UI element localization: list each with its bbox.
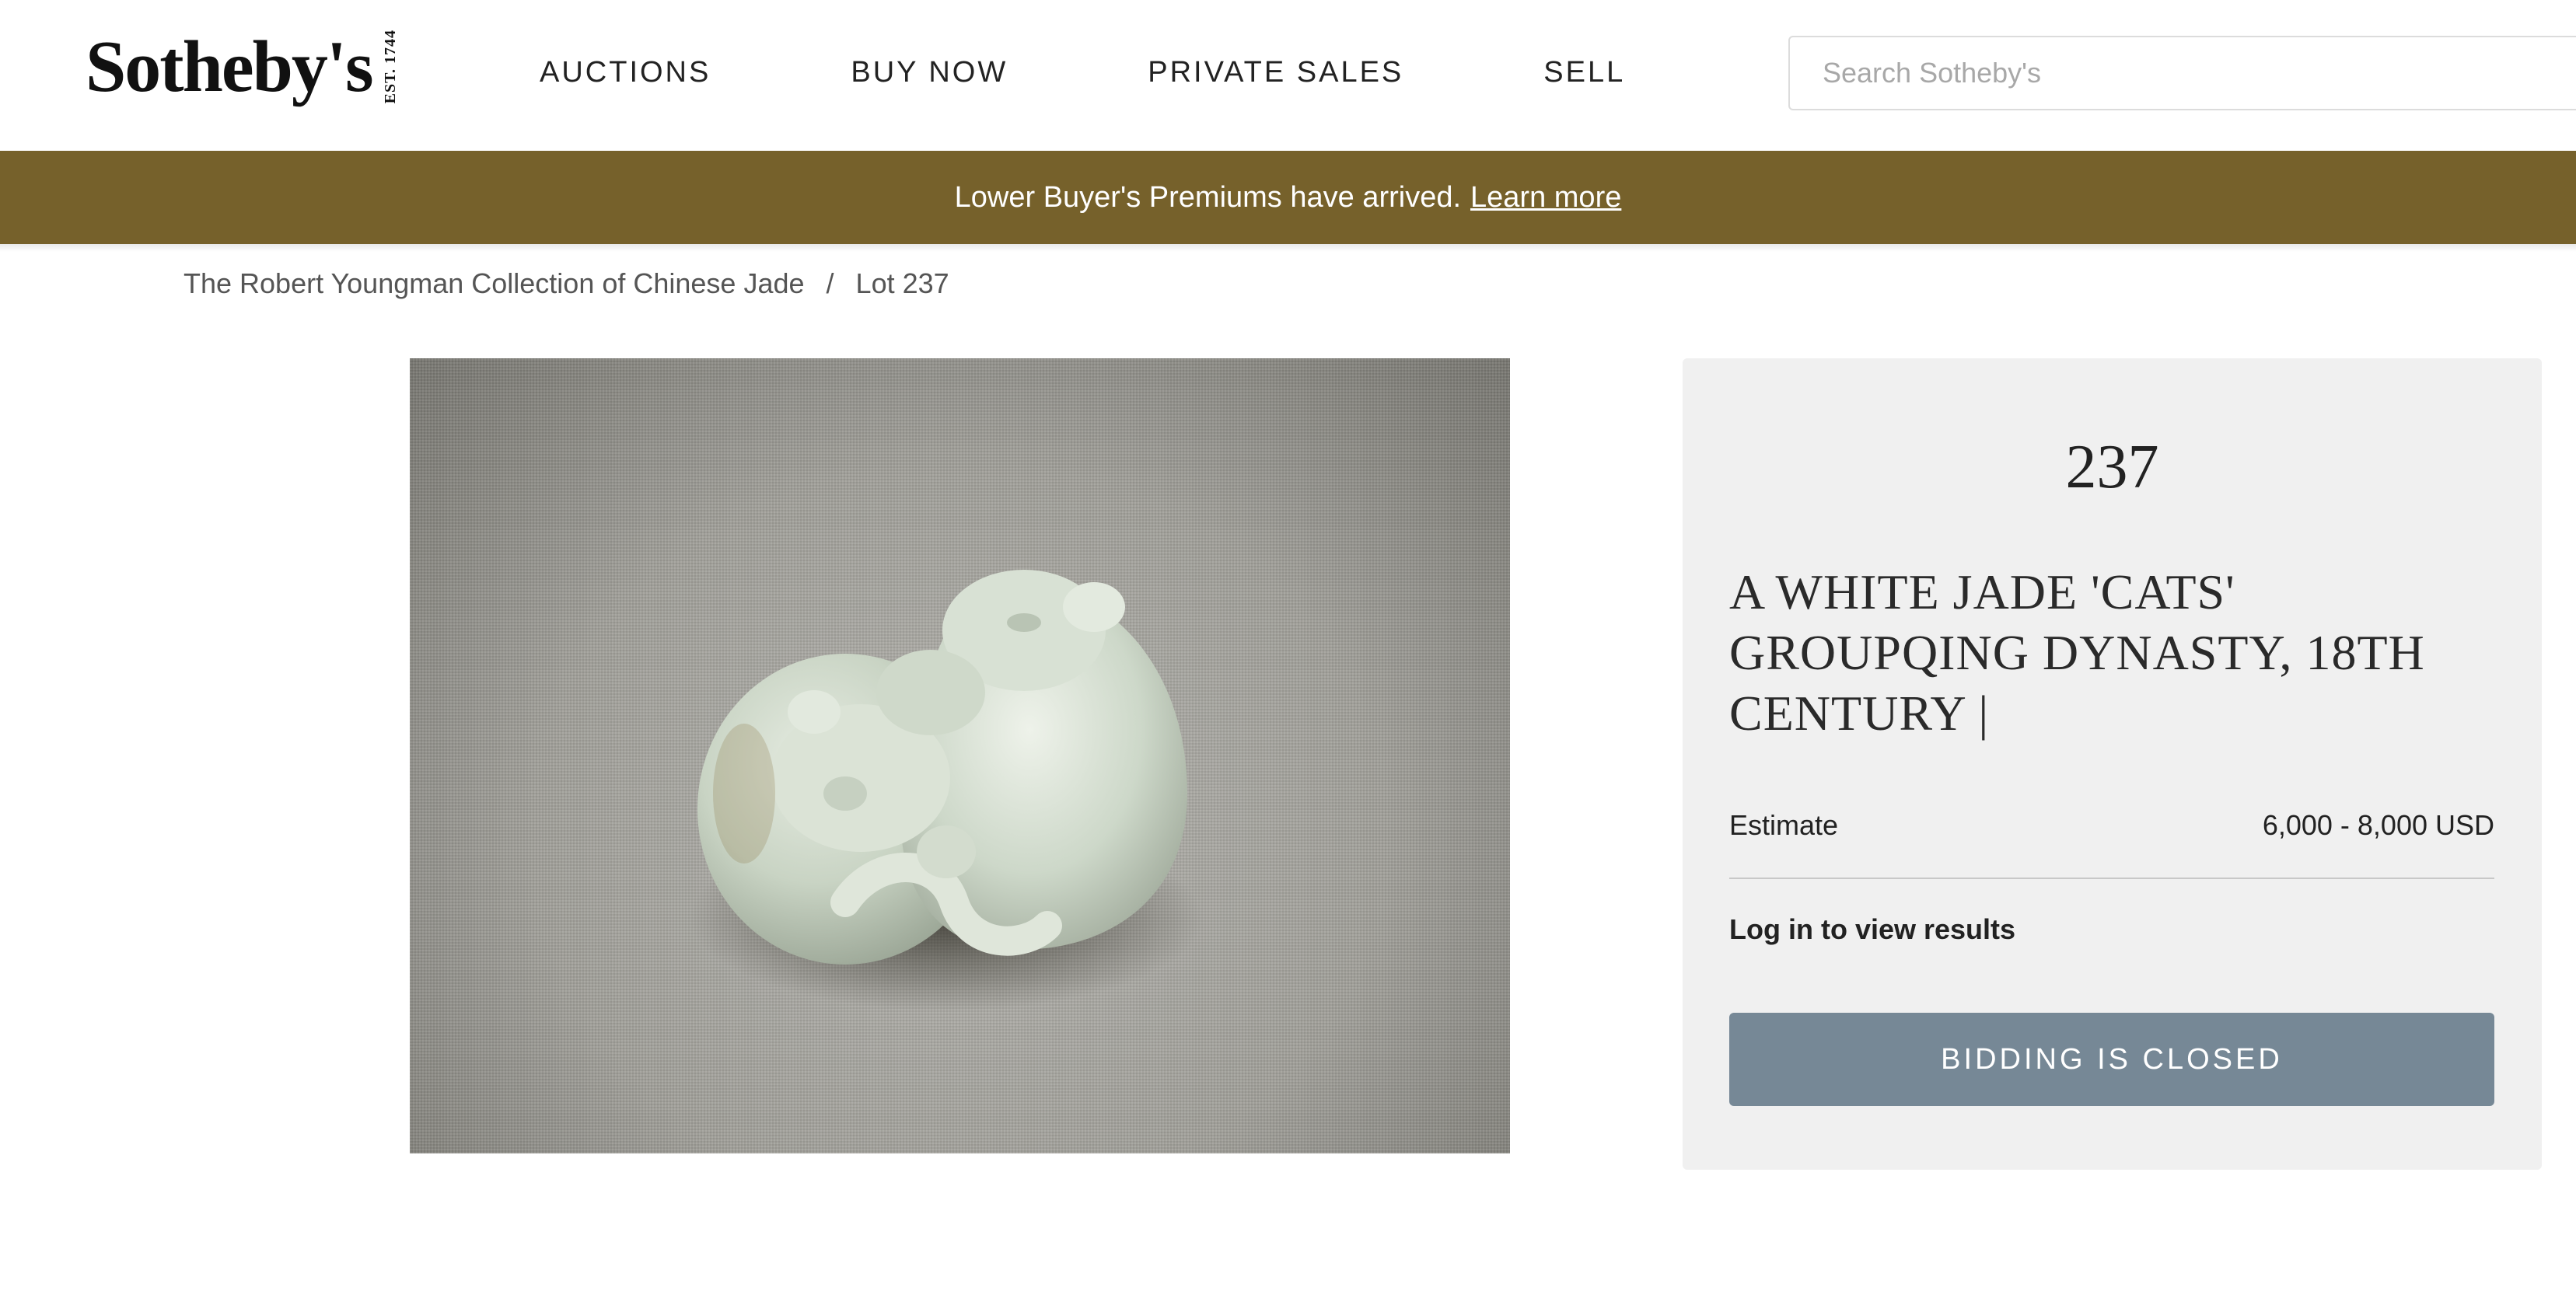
site-header: Sotheby's EST. 1744 AUCTIONS BUY NOW PRI…: [0, 0, 2576, 151]
promo-banner: Lower Buyer's Premiums have arrived. Lea…: [0, 151, 2576, 244]
search-input[interactable]: [1823, 37, 2522, 109]
nav-sell[interactable]: SELL: [1543, 56, 1625, 89]
bidding-closed-button[interactable]: BIDDING IS CLOSED: [1729, 1013, 2494, 1106]
lot-number: 237: [2065, 433, 2159, 501]
breadcrumb-separator: /: [826, 267, 834, 299]
lot-page: Sotheby's EST. 1744 AUCTIONS BUY NOW PRI…: [0, 0, 2576, 1305]
jade-cats-illustration: [690, 570, 1203, 1011]
estimate-divider: [1729, 878, 2494, 879]
login-to-view-results-link[interactable]: Log in to view results: [1729, 913, 2015, 946]
learn-more-link[interactable]: Learn more: [1470, 181, 1621, 215]
main-nav: AUCTIONS BUY NOW PRIVATE SALES SELL: [540, 56, 1625, 89]
banner-text: Lower Buyer's Premiums have arrived.: [954, 180, 1462, 214]
breadcrumb: The Robert Youngman Collection of Chines…: [184, 267, 949, 300]
logo-wordmark: Sotheby's: [86, 26, 374, 107]
lot-image[interactable]: [410, 358, 1510, 1153]
banner-shadow: [0, 244, 2576, 252]
nav-private-sales[interactable]: PRIVATE SALES: [1148, 56, 1403, 89]
lot-title: A WHITE JADE 'CATS' GROUPQING DYNASTY, 1…: [1729, 564, 2425, 741]
logo-est-mark: EST. 1744: [381, 30, 399, 104]
estimate-row: Estimate 6,000 - 8,000 USD: [1729, 809, 2494, 842]
breadcrumb-current: Lot 237: [855, 267, 949, 299]
estimate-value: 6,000 - 8,000 USD: [2262, 809, 2494, 841]
estimate-label: Estimate: [1729, 809, 1839, 841]
breadcrumb-collection-link[interactable]: The Robert Youngman Collection of Chines…: [184, 267, 805, 300]
search-box: [1788, 36, 2576, 110]
nav-buy-now[interactable]: BUY NOW: [851, 56, 1008, 89]
lot-details-panel: 237 A WHITE JADE 'CATS' GROUPQING DYNAST…: [1683, 358, 2542, 1170]
nav-auctions[interactable]: AUCTIONS: [540, 56, 711, 89]
sothebys-logo[interactable]: Sotheby's EST. 1744: [86, 28, 399, 106]
